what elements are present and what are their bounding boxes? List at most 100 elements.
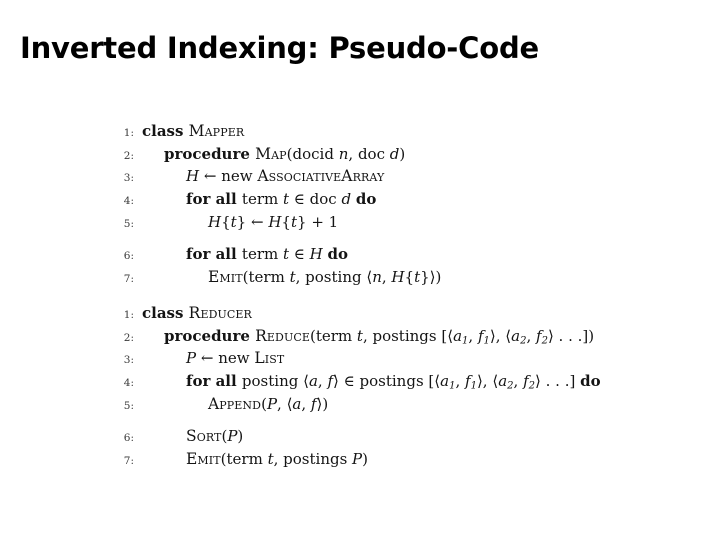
code-token-plain: ) [362,449,368,468]
pseudocode-figure: 1: class Mapper 2: procedure Map(docid n, d… [104,122,664,473]
code-token-plain: , [468,326,478,345]
code-token-var: a [498,371,508,390]
code-token-var: a [511,326,521,345]
code-line: 2: procedure Reduce(term t, postings [⟨a1… [104,327,664,350]
algorithm-block-mapper: 1: class Mapper 2: procedure Map(docid n, d… [104,122,664,291]
code-token-sc: Emit [208,268,243,287]
code-line: 2: procedure Map(docid n, doc d) [104,145,664,168]
code-line-number: 5: [123,399,134,412]
code-line-text: H{t} ← H{t} + 1 [134,213,338,231]
code-line-number: 1: [123,127,134,139]
code-token-sc: AssociativeArray [257,167,385,186]
code-line-text: H ← new AssociativeArray [134,167,384,185]
code-line: 5: Append(P, ⟨a, f⟩) [104,395,664,418]
code-token-plain: (term [242,268,290,287]
code-line-number: 1: [123,308,134,321]
code-token-plain: ⟩, ⟨ [476,371,499,390]
code-token-var: H [208,212,222,231]
code-token-plain: ) [237,427,244,446]
code-line-text: for all term t ∈ H do [134,245,348,263]
code-line-text: Emit(term t, posting ⟨n, H{t}⟩) [134,268,441,286]
code-token-plain: { [221,212,231,231]
code-line-text: for all posting ⟨a, f⟩ ∈ postings [⟨a1, … [134,372,601,396]
code-line-number: 7: [123,454,134,467]
code-token-plain: (term [220,449,268,468]
code-token-kw: procedure [164,144,256,163]
code-token-kw: class [142,303,189,322]
code-token-kw: class [142,122,189,140]
code-token-op: ∈ [289,190,310,209]
code-line-text: procedure Map(docid n, doc d) [134,145,405,163]
code-token-plain: , [301,394,311,413]
code-line-number: 5: [123,217,134,230]
code-token-sc: Emit [186,449,221,468]
code-token-var: P [352,449,363,468]
code-line: 3: P ← new List [104,349,664,372]
code-line: 1: class Mapper [104,122,664,145]
code-token-sc: Sort [186,427,222,446]
code-token-plain: } [236,212,247,231]
code-line-gap [104,235,664,245]
code-token-plain: , [455,371,465,390]
code-token-var: H [268,212,282,231]
code-token-plain: , postings [⟨ [362,326,454,345]
code-token-op: ← [246,212,269,231]
code-token-plain: } [297,212,307,231]
code-token-var: d [389,144,400,163]
code-line-number: 7: [123,273,134,286]
code-token-var: P [186,349,197,368]
code-token-op: ∈ [338,371,360,390]
code-token-plain: , [526,326,536,345]
code-token-op: ← [196,349,219,368]
code-line: 7: Emit(term t, posting ⟨n, H{t}⟩) [104,268,664,291]
algorithm-block-reducer: 1: class Reducer 2: procedure Reduce(term t… [104,304,664,473]
code-token-plain: , ⟨ [277,394,293,413]
code-token-plain: doc [309,190,342,209]
code-line-number: 4: [123,376,134,389]
code-line-number: 3: [123,172,134,185]
code-line-text: class Reducer [134,304,252,322]
code-line-number: 4: [123,195,134,208]
code-token-op: ∈ [289,245,310,264]
code-token-sc: Reduce [255,326,310,345]
code-token-plain: }⟩) [420,268,442,287]
code-line-number: 3: [123,354,134,367]
code-token-var: P [266,394,278,413]
code-line: 5: H{t} ← H{t} + 1 [104,213,664,236]
code-token-var: H [309,245,323,264]
code-token-plain: term [241,190,283,209]
code-token-plain: postings [⟨ [359,371,441,390]
code-line: 3: H ← new AssociativeArray [104,167,664,190]
code-token-var: n [372,268,382,287]
code-token-kw: for all [186,371,242,390]
code-token-sc: Mapper [188,122,245,140]
code-line: 4: for all term t ∈ doc d do [104,190,664,213]
code-token-kw: for all [186,190,242,209]
code-token-sc: Append [208,394,262,413]
code-token-kw: do [355,190,377,209]
code-line-number: 2: [123,331,134,344]
code-token-var: a [308,371,318,390]
code-token-plain: , doc [348,144,390,163]
code-token-sc: Map [255,144,287,163]
code-token-plain: (docid [286,144,339,163]
code-token-plain: , postings [273,449,353,468]
page-title: Inverted Indexing: Pseudo-Code [20,31,539,65]
code-token-plain: ) [399,144,406,163]
code-token-plain: , [381,268,392,287]
code-line: 7: Emit(term t, postings P) [104,450,664,473]
code-line-text: Sort(P) [134,427,243,445]
code-token-var: n [338,144,349,163]
code-line: 6: for all term t ∈ H do [104,245,664,268]
code-token-var: H [391,268,405,287]
code-token-kw: do [580,371,601,390]
code-token-var: d [341,190,352,209]
code-token-kw: for all [186,245,242,264]
code-line-text: Append(P, ⟨a, f⟩) [134,395,328,413]
code-line-number: 6: [123,432,134,445]
code-token-plain: , [513,371,524,390]
code-token-plain: , posting ⟨ [295,268,373,287]
code-token-kw: procedure [164,326,256,345]
code-token-var: a [440,371,450,390]
code-token-plain: ⟩ . . .]) [547,326,595,345]
